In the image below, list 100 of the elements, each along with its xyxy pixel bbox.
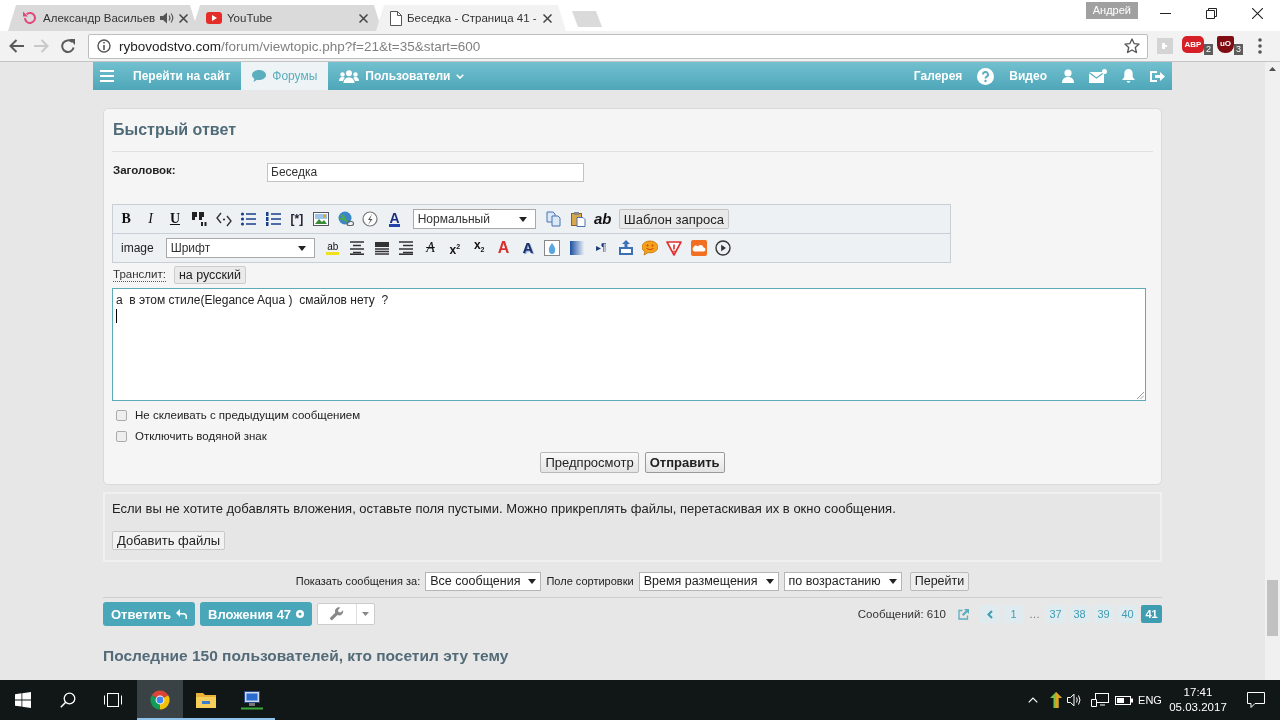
lightning-icon[interactable] (362, 211, 379, 227)
emoji-bubble-icon[interactable] (641, 240, 658, 256)
play-icon[interactable] (715, 240, 732, 256)
quote-icon[interactable] (191, 211, 208, 227)
bulleted-list-icon[interactable] (240, 211, 257, 227)
checkbox-label[interactable]: Не склеивать с предыдущим сообщением (135, 409, 361, 421)
image-icon[interactable] (313, 211, 330, 227)
network-icon[interactable] (1091, 693, 1109, 707)
code-icon[interactable] (215, 211, 232, 227)
more-icon[interactable] (1258, 38, 1263, 54)
subscript-button[interactable]: x$_{2}$ (473, 237, 485, 259)
users-icon (339, 69, 360, 83)
superscript-button[interactable]: x$^{2}$ (449, 238, 461, 258)
speaker-icon[interactable] (160, 12, 175, 24)
close-icon[interactable] (179, 13, 189, 23)
warning-icon[interactable] (666, 240, 683, 256)
checkbox[interactable] (116, 430, 127, 442)
gear-icon (296, 610, 305, 618)
highlight-button[interactable]: ab (326, 241, 340, 255)
language-indicator[interactable]: ENG (1138, 694, 1162, 706)
bell-icon[interactable] (1122, 69, 1135, 83)
sort-field-select[interactable]: Время размещения (638, 571, 779, 591)
message-textarea[interactable]: а в этом стиле(Elegance Aqua ) смайлов нету ? (112, 288, 1146, 401)
subject-input[interactable]: Беседка (267, 163, 584, 182)
reload-icon[interactable] (60, 38, 76, 54)
checkbox[interactable] (116, 409, 127, 421)
font-select[interactable]: Шрифт (165, 238, 315, 258)
caret-icon (518, 216, 527, 222)
submit-button[interactable]: Отправить (644, 452, 725, 473)
resize-handle-icon[interactable] (1136, 391, 1144, 399)
preview-button[interactable]: Предпросмотр (540, 452, 639, 473)
restore-icon[interactable] (1205, 7, 1217, 19)
strikethrough-button[interactable]: A (426, 240, 435, 256)
drop-icon[interactable] (544, 240, 561, 256)
wrench-icon (330, 607, 345, 621)
italic-button[interactable]: I (148, 211, 153, 227)
go-button[interactable]: Перейти (909, 571, 970, 591)
sort-order-select[interactable]: по возрастанию (783, 571, 902, 591)
spellcheck-button[interactable]: ab (593, 211, 612, 227)
extension-button[interactable]: uO (1217, 36, 1234, 53)
image-tag-button[interactable]: image (114, 241, 154, 255)
scrollbar[interactable] (1265, 62, 1280, 680)
align-right-icon[interactable] (398, 241, 415, 255)
style-select[interactable]: Нормальный (412, 209, 536, 229)
battery-icon[interactable] (1115, 694, 1133, 706)
help-icon[interactable] (977, 67, 995, 85)
filter-label: Показать сообщения за: (295, 575, 421, 587)
sort-label: Поле сортировки (546, 575, 634, 587)
logout-icon[interactable] (1150, 69, 1165, 83)
copy-icon[interactable] (545, 211, 562, 227)
minimize-icon[interactable] (1159, 12, 1171, 14)
close-icon[interactable] (359, 13, 368, 23)
scroll-up-icon[interactable] (1269, 67, 1276, 71)
search-icon[interactable] (59, 692, 76, 708)
clock-time[interactable]: 17:41 (1183, 685, 1213, 700)
period-select[interactable]: Все сообщения (425, 571, 542, 591)
bold-button[interactable]: B (121, 211, 131, 227)
windows-icon[interactable] (14, 692, 31, 708)
task-view-icon[interactable] (103, 693, 122, 707)
info-icon[interactable] (97, 39, 111, 53)
template-button[interactable]: Шаблон запроса (618, 209, 730, 229)
clock-date[interactable]: 05.03.2017 (1169, 700, 1227, 715)
gradient-icon[interactable] (568, 240, 585, 256)
shadow-text-button[interactable]: A (522, 240, 534, 256)
caret-icon (528, 578, 537, 584)
translit-button[interactable]: на русский (173, 266, 247, 284)
computer-icon (241, 690, 263, 710)
font-color-button[interactable]: A (389, 211, 400, 227)
add-files-button[interactable]: Добавить файлы (112, 531, 226, 550)
globe-link-icon[interactable] (337, 211, 354, 227)
checkbox-label[interactable]: Отключить водяной знак (135, 430, 267, 442)
underline-button[interactable]: U (169, 211, 181, 227)
video-play-icon (206, 12, 222, 24)
taskbar-app-button[interactable] (137, 680, 183, 720)
paste-icon[interactable] (570, 211, 587, 227)
back-arrow-icon[interactable] (8, 39, 24, 53)
numbered-list-icon[interactable] (264, 211, 281, 227)
align-justify-icon[interactable] (373, 241, 390, 255)
address-bar[interactable]: rybovodstvo.com/forum/viewtopic.php?f=21&t=35&start=600 (88, 33, 1148, 59)
browser-tab[interactable]: Беседка - Страница 41 - (376, 5, 566, 31)
cloud-icon[interactable] (690, 240, 707, 256)
caret-icon (297, 245, 306, 251)
reply-arrow-icon (176, 609, 188, 619)
volume-icon[interactable] (1067, 693, 1083, 707)
upload-icon[interactable] (617, 240, 634, 256)
translit-label: Транслит: (113, 268, 166, 282)
upload-arrow-icon[interactable] (1050, 692, 1062, 708)
align-center-icon[interactable] (349, 241, 366, 255)
notification-icon[interactable] (1247, 692, 1265, 708)
close-icon[interactable] (543, 13, 552, 23)
chevron-up-icon[interactable] (1028, 697, 1038, 703)
tools-dropdown-button[interactable] (317, 603, 376, 625)
scrollbar-thumb[interactable] (1267, 580, 1278, 636)
outline-text-button[interactable]: A (497, 240, 510, 256)
close-icon[interactable] (1251, 7, 1263, 19)
pagination-ellipsis: … (1028, 608, 1041, 620)
list-item-button[interactable]: [*] (290, 211, 304, 227)
extension-button[interactable]: ABP (1182, 36, 1204, 53)
text-direction-button[interactable]: ▸¶ (596, 240, 607, 256)
star-icon[interactable] (1124, 38, 1140, 54)
